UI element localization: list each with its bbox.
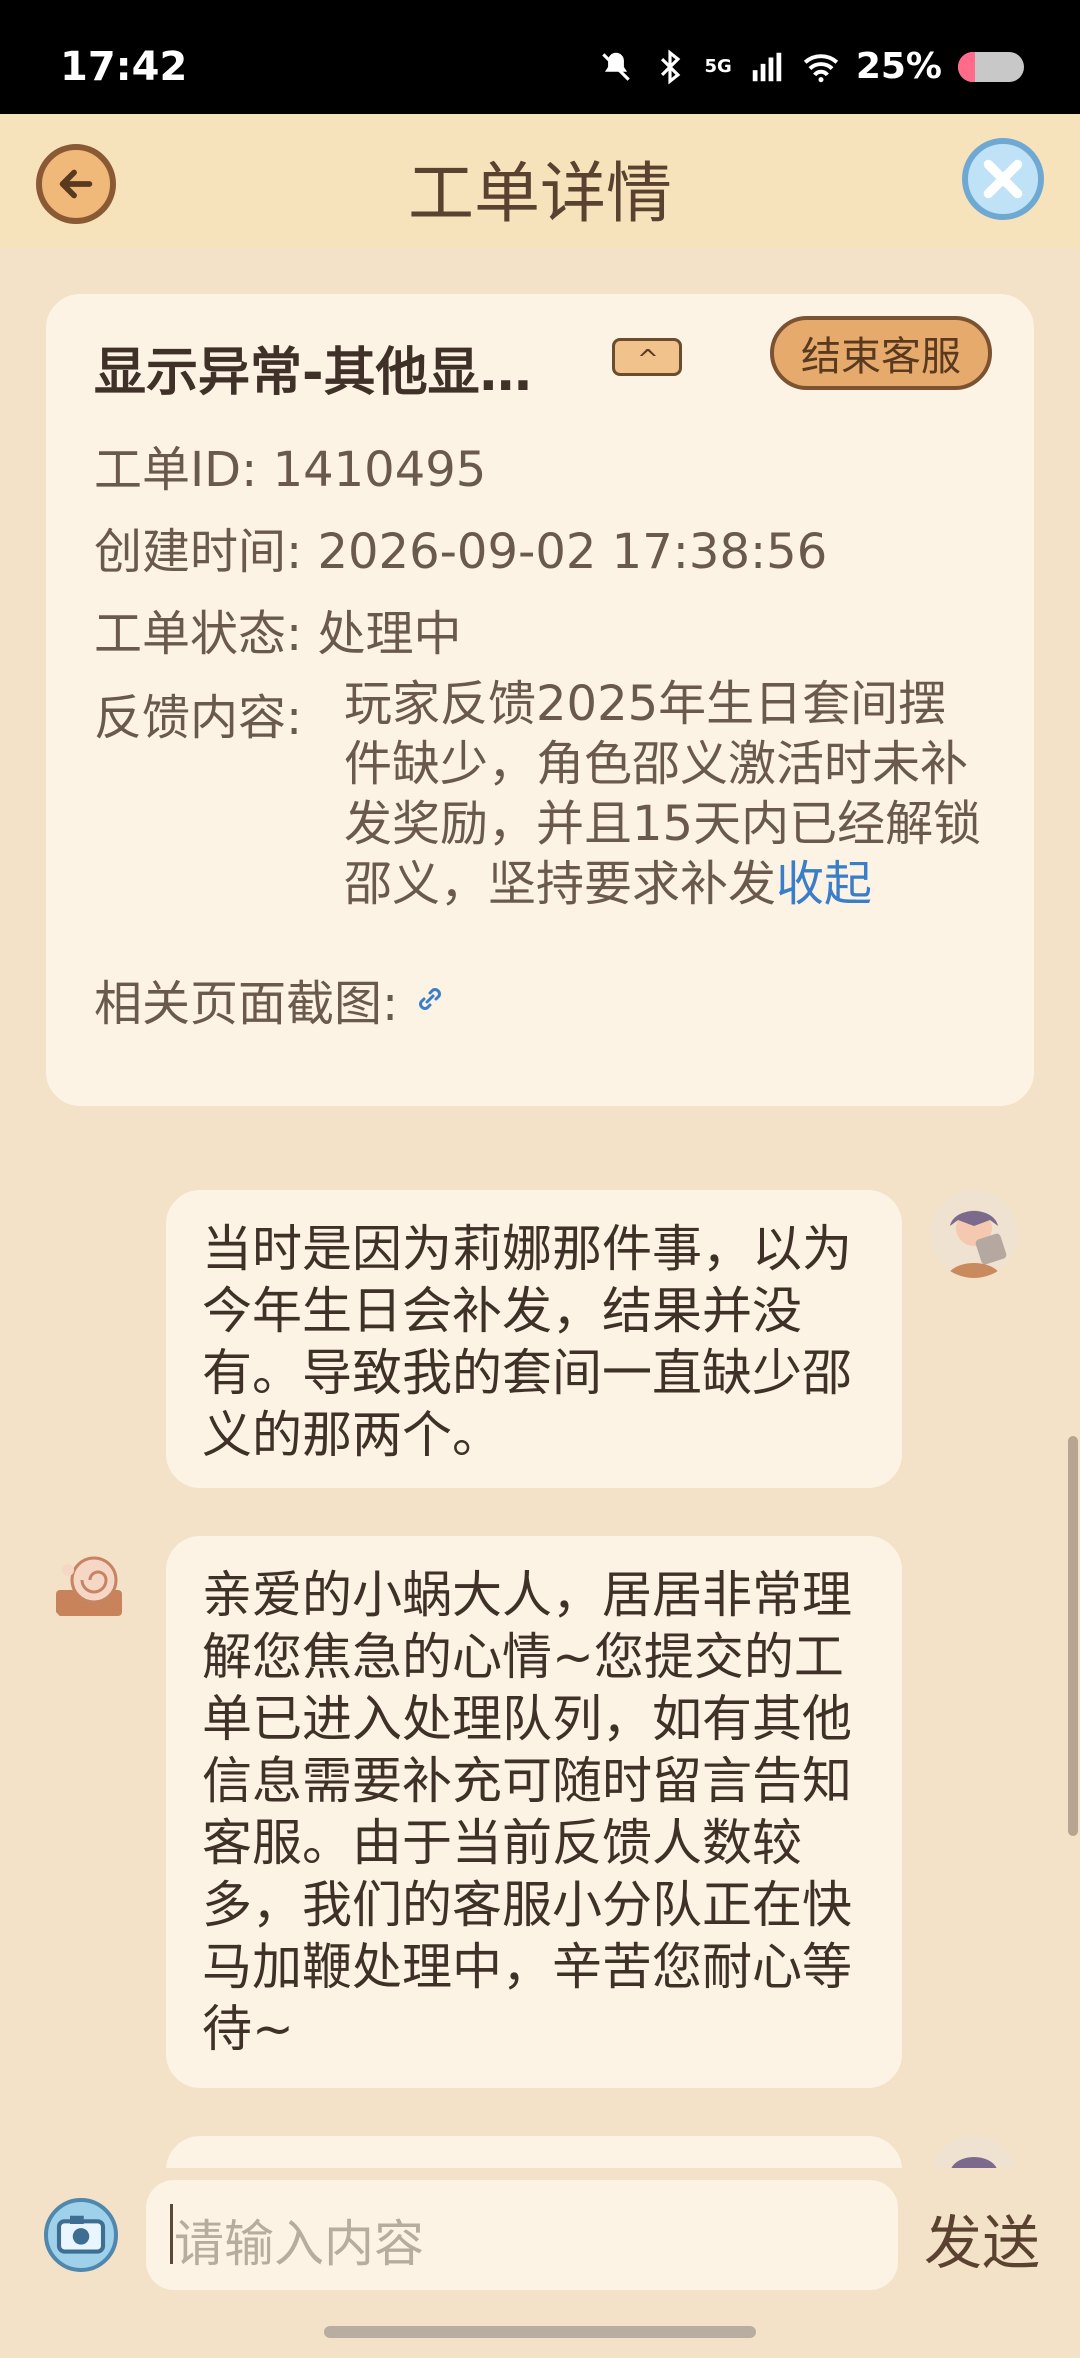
created-time-row: 创建时间: 2026-09-02 17:38:56 <box>94 512 827 582</box>
created-time-label: 创建时间: <box>94 524 303 580</box>
avatar-icon <box>930 1190 1018 1278</box>
avatar-icon <box>931 2136 1017 2168</box>
header-bar: 工单详情 <box>0 114 1080 248</box>
battery-percent: 25% <box>855 46 942 87</box>
agent-message-bubble: 亲爱的小蜗大人，居居非常理解您焦急的心情~您提交的工单已进入处理队列，如有其他信… <box>166 1536 902 2088</box>
camera-button[interactable] <box>44 2198 118 2272</box>
signal-icon <box>752 52 782 81</box>
collapse-title-button[interactable]: ^ <box>612 338 682 376</box>
ticket-id-row: 工单ID: 1410495 <box>94 430 486 500</box>
screenshot-label: 相关页面截图: <box>94 976 399 1032</box>
snail-avatar-icon <box>46 1540 134 1628</box>
network-label: 5G <box>704 56 732 77</box>
text-caret <box>170 2204 173 2264</box>
created-time-value: 2026-09-02 17:38:56 <box>317 524 828 580</box>
link-icon[interactable] <box>412 981 448 1017</box>
battery-icon <box>958 51 1024 82</box>
screenshot-row: 相关页面截图: <box>94 964 448 1034</box>
silent-bell-icon <box>601 52 630 81</box>
page-title: 工单详情 <box>408 155 672 232</box>
status-time: 17:42 <box>60 44 188 90</box>
ticket-status-label: 工单状态: <box>94 606 303 662</box>
home-indicator[interactable] <box>324 2326 756 2338</box>
user-message-bubble: 当时是因为莉娜那件事，以为今年生日会补发，结果并没有。导致我的套间一直缺少邵义的… <box>166 1190 902 1488</box>
message-input[interactable]: 请输入内容 <box>146 2180 898 2290</box>
battery-level <box>958 51 975 82</box>
chevron-up-icon: ^ <box>637 345 659 375</box>
close-icon <box>983 159 1023 199</box>
collapse-link[interactable]: 收起 <box>776 856 872 912</box>
ticket-status-value: 处理中 <box>317 606 462 662</box>
user-avatar[interactable] <box>930 1190 1018 1278</box>
status-bar: 17:42 5G 25% <box>0 0 1080 114</box>
end-service-button[interactable]: 结束客服 <box>770 316 992 390</box>
feedback-label: 反馈内容: <box>94 690 303 746</box>
ticket-card: 显示异常-其他显… ^ 结束客服 工单ID: 1410495 创建时间: 202… <box>46 294 1034 1106</box>
close-button[interactable] <box>962 138 1044 220</box>
feedback-content: 玩家反馈2025年生日套间摆件缺少，角色邵义激活时未补发奖励，并且15天内已经解… <box>344 674 984 914</box>
ticket-id-label: 工单ID: <box>94 442 258 498</box>
send-button[interactable]: 发送 <box>924 2196 1040 2280</box>
bluetooth-icon <box>660 48 680 85</box>
ticket-status-row: 工单状态: 处理中 <box>94 594 461 664</box>
ticket-title: 显示异常-其他显… <box>94 343 532 403</box>
scrollbar[interactable] <box>1068 1436 1078 1836</box>
feedback-text: 玩家反馈2025年生日套间摆件缺少，角色邵义激活时未补发奖励，并且15天内已经解… <box>344 676 982 912</box>
agent-avatar[interactable] <box>46 1540 134 1628</box>
status-icons: 5G 25% <box>597 46 1024 87</box>
ticket-id-value: 1410495 <box>272 442 487 498</box>
wifi-icon <box>803 53 838 82</box>
camera-icon <box>56 2215 106 2254</box>
message-input-placeholder: 请输入内容 <box>174 2215 424 2273</box>
user-avatar-partial <box>930 2136 1018 2168</box>
